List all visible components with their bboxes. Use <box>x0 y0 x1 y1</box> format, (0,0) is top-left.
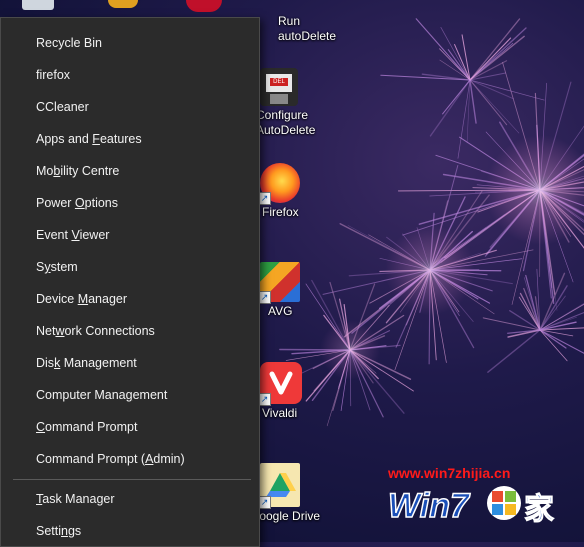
firework-streak <box>470 36 524 80</box>
menu-item-command-prompt[interactable]: Command Prompt <box>1 412 259 442</box>
menu-item-label: Apps and Features <box>36 132 142 146</box>
firework-streak <box>470 80 519 133</box>
svg-text:Win7: Win7 <box>388 487 471 525</box>
menu-item-device-manager[interactable]: Device Manager <box>1 284 259 314</box>
menu-item-label: Command Prompt <box>36 420 137 434</box>
menu-item-label: Event Viewer <box>36 228 109 242</box>
menu-item-label: Device Manager <box>36 292 127 306</box>
menu-item-firefox[interactable]: firefox <box>1 60 259 90</box>
menu-item-system[interactable]: System <box>1 252 259 282</box>
desktop-icon-label: ConfigureAutoDelete <box>256 108 328 138</box>
firefox-icon: ↗ <box>260 163 300 203</box>
menu-item-computer-management[interactable]: Computer Management <box>1 380 259 410</box>
menu-item-label: Recycle Bin <box>36 36 102 50</box>
svg-text:家: 家 <box>524 492 554 527</box>
menu-item-apps-and-features[interactable]: Apps and Features <box>1 124 259 154</box>
menu-item-event-viewer[interactable]: Event Viewer <box>1 220 259 250</box>
firework-streak <box>470 80 513 99</box>
firework-streak <box>470 19 520 80</box>
firework-streak <box>416 19 470 80</box>
menu-item-label: Network Connections <box>36 324 155 338</box>
watermark-url: www.win7zhijia.cn <box>388 465 510 481</box>
menu-item-mobility-centre[interactable]: Mobility Centre <box>1 156 259 186</box>
menu-item-label: Settings <box>36 524 81 538</box>
configure-autodelete-icon: DEL <box>260 68 298 106</box>
menu-item-label: Mobility Centre <box>36 164 119 178</box>
vivaldi-icon: ↗ <box>260 362 302 404</box>
firework-streak <box>470 28 526 80</box>
menu-item-ccleaner[interactable]: CCleaner <box>1 92 259 122</box>
power-user-menu: Recycle Bin firefox CCleaner Apps and Featu… <box>0 17 260 547</box>
firework-streak <box>381 75 470 80</box>
menu-item-label: Power Options <box>36 196 118 210</box>
menu-separator <box>13 479 251 480</box>
menu-item-recycle-bin[interactable]: Recycle Bin <box>1 28 259 58</box>
menu-item-task-manager[interactable]: Task Manager <box>1 484 259 514</box>
firework-streak <box>470 80 544 100</box>
menu-item-command-prompt-admin[interactable]: Command Prompt (Admin) <box>1 444 259 474</box>
menu-item-label: System <box>36 260 78 274</box>
partial-icon-1[interactable] <box>22 0 54 10</box>
menu-item-power-options[interactable]: Power Options <box>1 188 259 218</box>
desktop-icon-label: Firefox <box>262 205 328 220</box>
menu-item-label: Command Prompt (Admin) <box>36 452 185 466</box>
avg-icon: ↗ <box>260 262 300 302</box>
watermark-logo: Win7 家 <box>386 481 576 527</box>
menu-item-disk-management[interactable]: Disk Management <box>1 348 259 378</box>
partial-icon-2[interactable] <box>108 0 138 8</box>
desktop-icon-label: RunautoDelete <box>278 14 330 44</box>
desktop-icon-label: Vivaldi <box>262 406 328 421</box>
firework-streak <box>540 286 567 330</box>
firework-streak <box>430 80 470 136</box>
menu-item-label: Disk Management <box>36 356 137 370</box>
menu-item-label: Computer Management <box>36 388 167 402</box>
menu-item-label: CCleaner <box>36 100 89 114</box>
menu-item-label: Task Manager <box>36 492 115 506</box>
desktop-icon-label: Google Drive <box>250 509 328 524</box>
desktop-icon-label: AVG <box>268 304 328 319</box>
menu-item-network-connections[interactable]: Network Connections <box>1 316 259 346</box>
menu-item-label: firefox <box>36 68 70 82</box>
google-drive-icon: ↗ <box>260 463 300 507</box>
